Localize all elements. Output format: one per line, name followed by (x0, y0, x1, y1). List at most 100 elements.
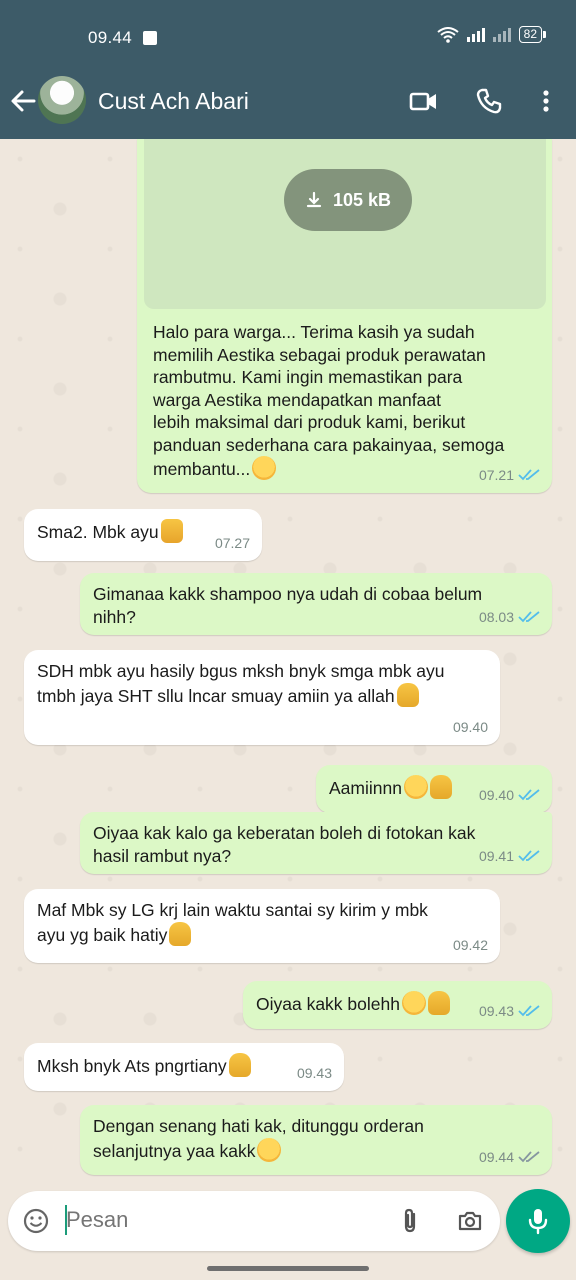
wifi-icon (437, 26, 459, 43)
message-composer (8, 1191, 500, 1251)
message-meta: 09.40 (479, 784, 540, 807)
read-ticks-icon (518, 789, 540, 801)
message-line: lebih maksimal dari produk kami, berikut (153, 412, 466, 432)
smiling-face-emoji-icon (252, 456, 277, 480)
message-text: Halo para warga... Terima kasih ya sudah… (153, 321, 504, 481)
smiling-face-emoji-icon (401, 991, 426, 1015)
signal-icon (466, 27, 485, 42)
message-input[interactable] (66, 1207, 366, 1233)
message-time: 08.03 (478, 608, 514, 625)
message-line: tmbh jaya SHT sllu lncar smuay amiin ya … (37, 685, 395, 706)
message-time: 09.43 (296, 1064, 332, 1081)
message-bubble[interactable]: Maf Mbk sy LG krj lain waktu santai sy k… (24, 889, 500, 963)
message-text: Gimanaa kakk shampoo nya udah di cobaa b… (93, 583, 482, 628)
message-time: 09.44 (478, 1148, 514, 1165)
message-line: rambutmu. Kami ingin memastikan para (153, 367, 463, 387)
message-line: ayu yg baik hatiy (37, 924, 168, 945)
message-bubble[interactable]: SDH mbk ayu hasily bgus mksh bnyk smga m… (24, 650, 500, 745)
message-time: 09.40 (478, 786, 514, 803)
emoji-icon[interactable] (22, 1207, 50, 1235)
battery-icon: 82 (518, 26, 547, 43)
download-icon (306, 191, 322, 208)
message-time: 09.42 (452, 936, 488, 953)
message-line: warga Aestika mendapatkan manfaat (153, 389, 441, 410)
message-text: Oiyaa kakk bolehh (256, 991, 450, 1016)
video-call-icon[interactable] (408, 86, 438, 116)
message-bubble[interactable]: Sma2. Mbk ayu 07.27 (24, 509, 262, 561)
smiling-face-emoji-icon (403, 775, 428, 799)
avatar[interactable] (38, 76, 86, 124)
message-text: Sma2. Mbk ayu (37, 519, 183, 544)
message-bubble[interactable]: Aamiinnn 09.40 (316, 765, 552, 813)
gesture-navigation-bar[interactable] (207, 1266, 369, 1271)
message-text: Dengan senang hati kak, ditunggu orderan… (93, 1115, 424, 1162)
message-line: Maf Mbk sy LG krj lain waktu santai sy k… (37, 900, 428, 920)
message-bubble[interactable]: Dengan senang hati kak, ditunggu orderan… (80, 1105, 552, 1175)
message-line: Mksh bnyk Ats pngrtiany (37, 1056, 227, 1076)
message-bubble[interactable]: Mksh bnyk Ats pngrtiany 09.43 (24, 1043, 344, 1091)
folded-hands-emoji-icon (427, 991, 450, 1015)
raising-hands-emoji-icon (396, 682, 419, 707)
message-meta: 07.21 (479, 464, 540, 487)
chat-area[interactable]: 105 kB Halo para warga... Terima kasih y… (0, 139, 576, 1190)
more-options-icon[interactable] (531, 86, 561, 116)
voice-message-button[interactable] (506, 1189, 570, 1253)
message-line: Halo para warga... Terima kasih ya sudah (153, 322, 475, 342)
message-meta: 09.42 (453, 934, 488, 957)
message-line: Dengan senang hati kak, ditunggu orderan (93, 1116, 424, 1136)
message-time: 09.41 (478, 847, 514, 864)
phone-icon[interactable] (474, 86, 504, 116)
message-text: Maf Mbk sy LG krj lain waktu santai sy k… (37, 899, 428, 946)
status-time: 09.44 (88, 28, 133, 47)
message-time: 09.43 (478, 1002, 514, 1019)
back-arrow-icon[interactable] (8, 86, 38, 116)
message-text: Mksh bnyk Ats pngrtiany (37, 1053, 251, 1078)
message-line: Gimanaa kakk shampoo nya udah di cobaa b… (93, 584, 483, 604)
delivered-ticks-icon (518, 1151, 540, 1163)
message-text: SDH mbk ayu hasily bgus mksh bnyk smga m… (37, 660, 445, 707)
message-bubble[interactable]: Gimanaa kakk shampoo nya udah di cobaa b… (80, 573, 552, 635)
message-bubble[interactable]: Oiyaa kakk bolehh 09.43 (243, 981, 552, 1029)
read-ticks-icon (518, 469, 540, 481)
folded-hands-emoji-icon (429, 775, 452, 799)
message-line: memilih Aestika sebagai produk perawatan (153, 344, 486, 365)
message-meta: 07.27 (215, 532, 250, 555)
message-bubble[interactable]: Oiyaa kak kalo ga keberatan boleh di fot… (80, 812, 552, 874)
media-attachment[interactable]: 105 kB (144, 139, 546, 309)
microphone-icon (528, 1209, 548, 1235)
media-size: 105 kB (332, 189, 392, 210)
chat-header: Cust Ach Abari (0, 64, 576, 139)
contact-name[interactable]: Cust Ach Abari (98, 88, 249, 115)
status-bar: 09.44 82 (0, 0, 576, 64)
message-meta: 09.43 (479, 1000, 540, 1023)
message-line: Oiyaa kakk bolehh (256, 994, 400, 1014)
message-line: Aamiinnn (329, 778, 402, 798)
read-ticks-icon (518, 611, 540, 623)
read-ticks-icon (518, 850, 540, 862)
message-bubble[interactable]: 105 kB Halo para warga... Terima kasih y… (137, 139, 552, 493)
message-meta: 08.03 (479, 606, 540, 629)
message-meta: 09.40 (453, 716, 488, 739)
message-time: 07.21 (478, 466, 514, 483)
message-line: panduan sederhana cara pakainyaa, semoga (153, 434, 505, 455)
message-time: 09.40 (452, 718, 488, 735)
read-ticks-icon (518, 1005, 540, 1017)
download-button[interactable]: 105 kB (284, 169, 412, 231)
message-line: SDH mbk ayu hasily bgus mksh bnyk smga m… (37, 661, 445, 681)
message-line: nihh? (93, 606, 136, 627)
folded-hands-emoji-icon (169, 921, 192, 946)
attachment-icon[interactable] (396, 1207, 424, 1235)
signal-icon-secondary (492, 27, 511, 42)
message-line: membantu... (153, 459, 251, 479)
message-meta: 09.41 (479, 845, 540, 868)
message-text: Oiyaa kak kalo ga keberatan boleh di fot… (93, 822, 475, 867)
status-icons: 82 (437, 26, 547, 43)
shopping-bag-icon (143, 31, 157, 45)
message-line: hasil rambut nya? (93, 845, 232, 866)
smiling-face-emoji-icon (257, 1137, 282, 1162)
message-time: 07.27 (214, 534, 250, 551)
message-line: Sma2. Mbk ayu (37, 522, 159, 542)
folded-hands-emoji-icon (228, 1053, 251, 1077)
thumbs-up-emoji-icon (160, 519, 183, 543)
camera-icon[interactable] (456, 1207, 484, 1235)
